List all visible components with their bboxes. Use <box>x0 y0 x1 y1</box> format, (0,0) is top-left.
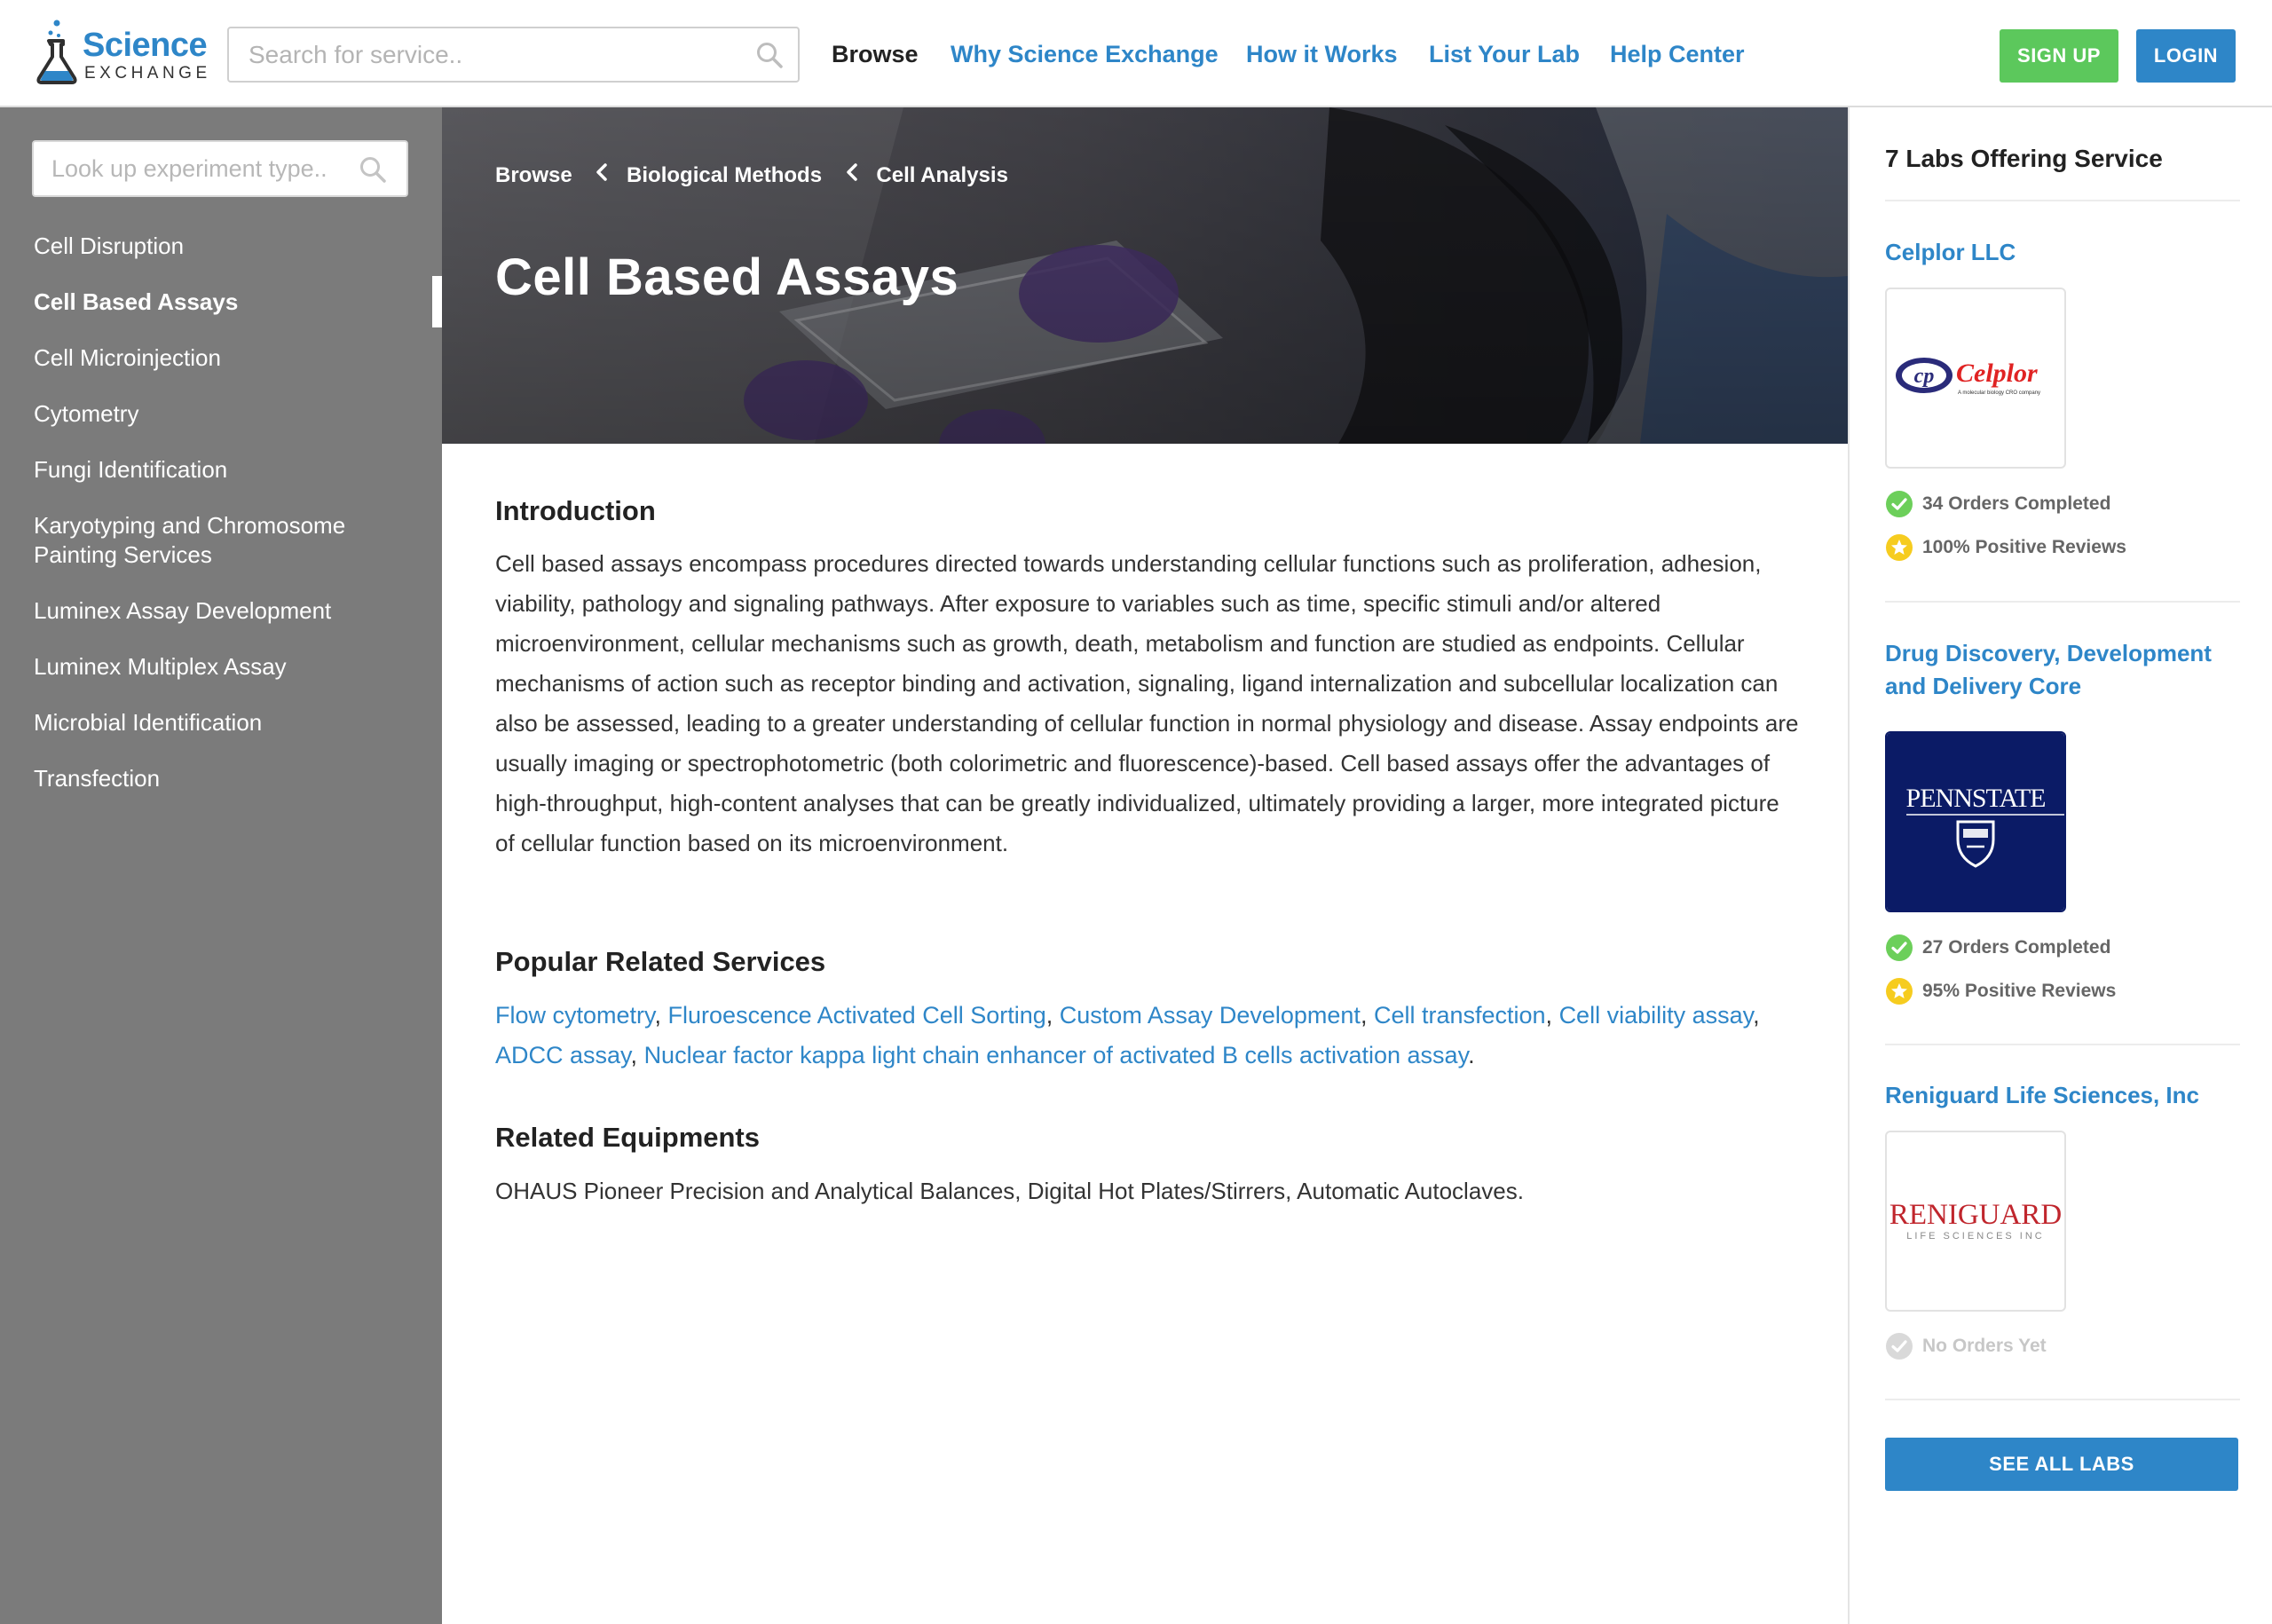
celplor-tagline: A molecular biology CRO company <box>1958 390 2040 396</box>
sidebar-item-cell-disruption[interactable]: Cell Disruption <box>34 232 406 261</box>
divider <box>1885 1399 2240 1400</box>
sidebar-item-transfection[interactable]: Transfection <box>34 764 406 793</box>
sidebar-item-cell-based-assays[interactable]: Cell Based Assays <box>34 288 406 317</box>
active-item-indicator <box>432 276 442 327</box>
breadcrumb-browse[interactable]: Browse <box>495 163 572 188</box>
related-equipments-text: OHAUS Pioneer Precision and Analytical B… <box>495 1178 1524 1204</box>
related-service-link[interactable]: Nuclear factor kappa light chain enhance… <box>644 1042 1469 1068</box>
nav-help-center[interactable]: Help Center <box>1610 41 1745 68</box>
star-circle-icon <box>1886 978 1913 1005</box>
lab-name-celplor[interactable]: Celplor LLC <box>1885 236 2258 269</box>
see-all-labs-button[interactable]: SEE ALL LABS <box>1885 1438 2238 1491</box>
sidebar-item-cell-microinjection[interactable]: Cell Microinjection <box>34 343 406 373</box>
search-icon[interactable] <box>755 41 784 69</box>
nav-how-it-works[interactable]: How it Works <box>1246 41 1398 68</box>
science-exchange-logo[interactable]: Science EXCHANGE <box>34 18 208 85</box>
sidebar-item-cytometry[interactable]: Cytometry <box>34 399 406 429</box>
related-service-link[interactable]: Flow cytometry <box>495 1002 655 1029</box>
related-service-link[interactable]: ADCC assay <box>495 1042 631 1068</box>
reniguard-logo-graphic: RENIGUARD LIFE SCIENCES INC <box>1889 1199 2062 1242</box>
divider <box>1885 1044 2240 1045</box>
sidebar-item-luminex-assay-development[interactable]: Luminex Assay Development <box>34 596 406 626</box>
category-sidebar: Cell Disruption Cell Based Assays Cell M… <box>0 107 442 1624</box>
nav-list-your-lab[interactable]: List Your Lab <box>1429 41 1580 68</box>
related-service-link[interactable]: Cell transfection <box>1374 1002 1546 1029</box>
labs-offering-panel: 7 Labs Offering Service Celplor LLC cp C… <box>1848 107 2272 1624</box>
sidebar-item-microbial-identification[interactable]: Microbial Identification <box>34 708 406 737</box>
nav-browse[interactable]: Browse <box>832 41 919 68</box>
celplor-logo[interactable]: cp Celplor A molecular biology CRO compa… <box>1885 288 2066 469</box>
service-search-box <box>227 27 800 83</box>
page-title: Cell Based Assays <box>495 248 959 306</box>
star-circle-icon <box>1886 534 1913 561</box>
chevron-left-icon <box>596 163 608 181</box>
search-icon[interactable] <box>359 155 387 184</box>
introduction-text: Cell based assays encompass procedures d… <box>495 550 1799 856</box>
divider <box>1885 601 2240 603</box>
chevron-left-icon <box>846 163 857 181</box>
lab-name-drug-discovery-core[interactable]: Drug Discovery, Development and Delivery… <box>1885 637 2258 703</box>
reniguard-tagline: LIFE SCIENCES INC <box>1906 1231 2045 1242</box>
breadcrumb-biological-methods[interactable]: Biological Methods <box>627 163 822 188</box>
lab-orders-completed: 27 Orders Completed <box>1885 934 2110 964</box>
sidebar-item-luminex-multiplex-assay[interactable]: Luminex Multiplex Assay <box>34 652 406 682</box>
celplor-initials: cp <box>1914 365 1935 388</box>
popular-related-services-heading: Popular Related Services <box>495 946 826 977</box>
experiment-search-box <box>32 140 408 197</box>
breadcrumb: Browse Biological Methods Cell Analysis <box>495 162 1008 188</box>
reniguard-wordmark: RENIGUARD <box>1889 1199 2062 1231</box>
brand-name-top: Science <box>83 27 208 64</box>
pennstate-logo[interactable]: PENNSTATE <box>1885 731 2066 912</box>
lab-name-reniguard[interactable]: Reniguard Life Sciences, Inc <box>1885 1079 2258 1112</box>
service-search-input[interactable] <box>231 30 728 79</box>
related-service-link[interactable]: Cell viability assay <box>1559 1002 1754 1029</box>
flask-icon <box>36 20 77 84</box>
related-equipments-heading: Related Equipments <box>495 1122 760 1153</box>
related-service-link[interactable]: Fluroescence Activated Cell Sorting <box>668 1002 1046 1029</box>
pennstate-wordmark: PENNSTATE <box>1906 784 2046 813</box>
hero-banner: Browse Biological Methods Cell Analysis … <box>442 107 1848 444</box>
nav-why-science-exchange[interactable]: Why Science Exchange <box>951 41 1219 68</box>
sign-up-button[interactable]: SIGN UP <box>2000 29 2118 83</box>
celplor-logo-graphic: cp Celplor A molecular biology CRO compa… <box>1896 358 2040 396</box>
breadcrumb-cell-analysis[interactable]: Cell Analysis <box>876 163 1008 188</box>
divider <box>1885 200 2240 201</box>
sidebar-item-karyotyping[interactable]: Karyotyping and Chromosome Painting Serv… <box>34 511 389 570</box>
popular-related-services-list: Flow cytometry, Fluroescence Activated C… <box>495 1002 1760 1068</box>
pennstate-logo-graphic: PENNSTATE <box>1887 733 2064 911</box>
labs-count-heading: 7 Labs Offering Service <box>1885 145 2163 172</box>
sidebar-item-fungi-identification[interactable]: Fungi Identification <box>34 455 406 485</box>
check-circle-icon <box>1886 491 1913 517</box>
brand-name-bottom: EXCHANGE <box>84 64 211 83</box>
lab-orders-completed: 34 Orders Completed <box>1885 490 2110 520</box>
check-circle-icon <box>1886 1333 1913 1360</box>
reniguard-logo[interactable]: RENIGUARD LIFE SCIENCES INC <box>1885 1131 2066 1312</box>
related-service-link[interactable]: Custom Assay Development <box>1060 1002 1361 1029</box>
login-button[interactable]: LOGIN <box>2136 29 2236 83</box>
top-navigation-bar: Science EXCHANGE Browse Why Science Exch… <box>0 0 2272 107</box>
lab-positive-reviews: 100% Positive Reviews <box>1885 533 2126 564</box>
experiment-search-input[interactable] <box>36 144 346 193</box>
celplor-wordmark: Celplor <box>1956 359 2038 388</box>
check-circle-icon <box>1886 934 1913 961</box>
lab-positive-reviews: 95% Positive Reviews <box>1885 977 2116 1007</box>
introduction-heading: Introduction <box>495 495 656 526</box>
lab-orders-completed: No Orders Yet <box>1885 1332 2047 1362</box>
